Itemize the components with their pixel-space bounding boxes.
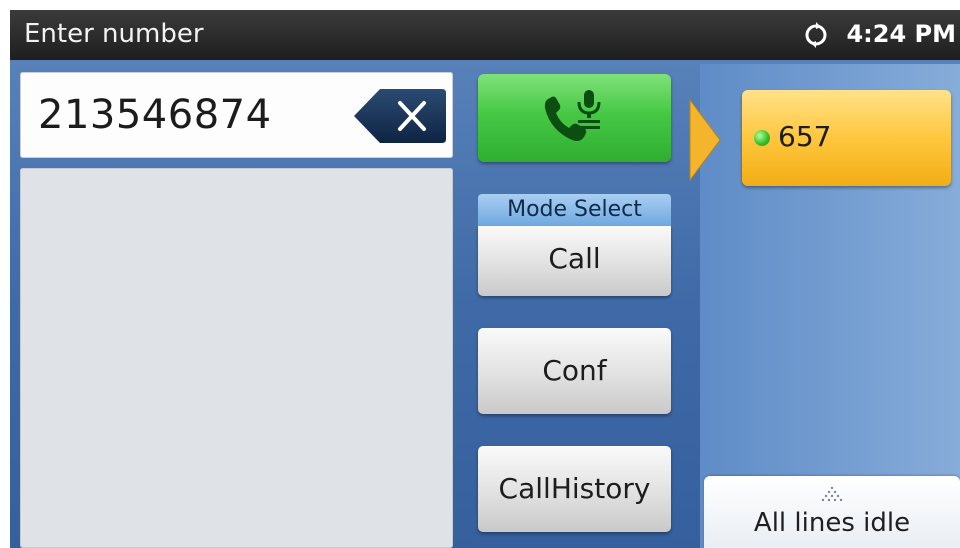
search-results-panel — [20, 168, 453, 548]
phone-screen: Enter number 4:24 PM 213546874 Mode Sele… — [10, 10, 960, 548]
conf-button[interactable]: Conf — [478, 328, 671, 414]
sync-icon — [805, 22, 827, 48]
screen-title: Enter number — [24, 19, 204, 49]
call-history-button[interactable]: CallHistory — [478, 446, 671, 532]
status-bar: Enter number 4:24 PM — [10, 10, 960, 60]
phone-speaker-icon — [544, 90, 601, 141]
expand-up-icon — [821, 486, 843, 502]
backspace-icon[interactable] — [352, 87, 448, 145]
number-value: 213546874 — [38, 92, 272, 138]
line-status-text: All lines idle — [753, 508, 911, 538]
mode-select-label: Mode Select — [478, 194, 671, 226]
dial-button[interactable] — [478, 74, 671, 162]
clock: 4:24 PM — [846, 20, 956, 48]
selected-line-pointer-icon — [689, 98, 721, 182]
line-status-bar[interactable]: All lines idle — [704, 476, 960, 548]
number-input[interactable]: 213546874 — [20, 72, 453, 158]
mode-select-button[interactable]: Call — [478, 226, 671, 296]
line-number: 657 — [778, 120, 832, 153]
line-status-icon — [754, 130, 770, 146]
line-account-button[interactable]: 657 — [742, 90, 951, 186]
